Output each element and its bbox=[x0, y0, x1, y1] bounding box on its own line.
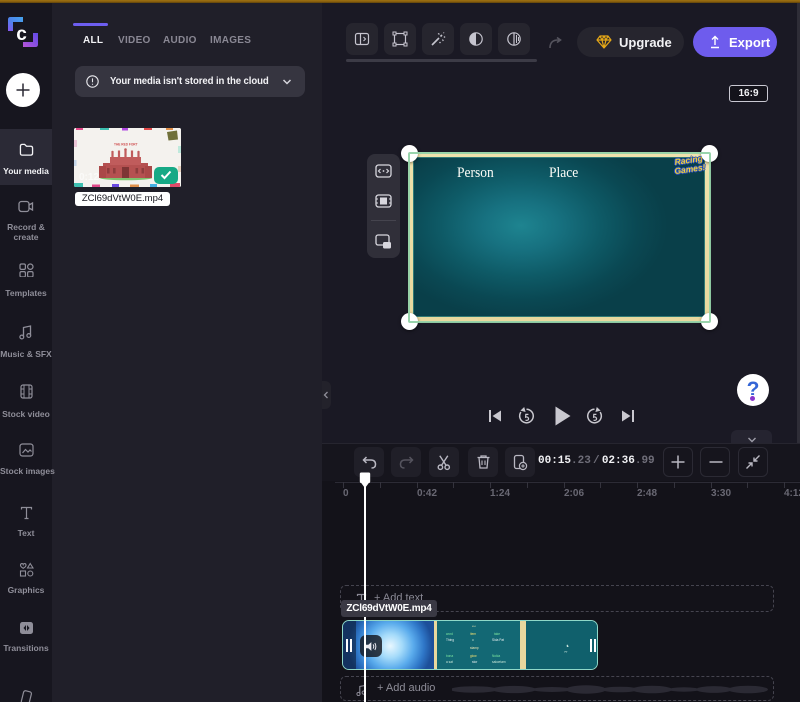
svg-text:♞: ♞ bbox=[566, 644, 569, 648]
svg-text:Sida Pat: Sida Pat bbox=[492, 638, 504, 642]
svg-text:stamp: stamp bbox=[470, 646, 479, 650]
svg-text:sakcetam: sakcetam bbox=[492, 660, 506, 664]
svg-text:o: o bbox=[472, 638, 474, 642]
svg-text:stor: stor bbox=[472, 660, 478, 664]
svg-text:??: ?? bbox=[564, 650, 568, 654]
svg-text:0:12: 0:12 bbox=[79, 172, 99, 183]
svg-text:THE RED FORT: THE RED FORT bbox=[114, 143, 138, 147]
svg-text:glow: glow bbox=[470, 654, 477, 658]
svg-text:bona: bona bbox=[446, 654, 453, 658]
svg-text:Nokia: Nokia bbox=[492, 654, 500, 658]
svg-text:take: take bbox=[494, 632, 500, 636]
svg-text:***: *** bbox=[472, 625, 476, 629]
svg-text:c: c bbox=[16, 24, 27, 45]
svg-text:Thing: Thing bbox=[446, 638, 454, 642]
svg-text:word: word bbox=[446, 632, 453, 636]
svg-text:item: item bbox=[470, 632, 476, 636]
svg-text:a sat: a sat bbox=[446, 660, 453, 664]
